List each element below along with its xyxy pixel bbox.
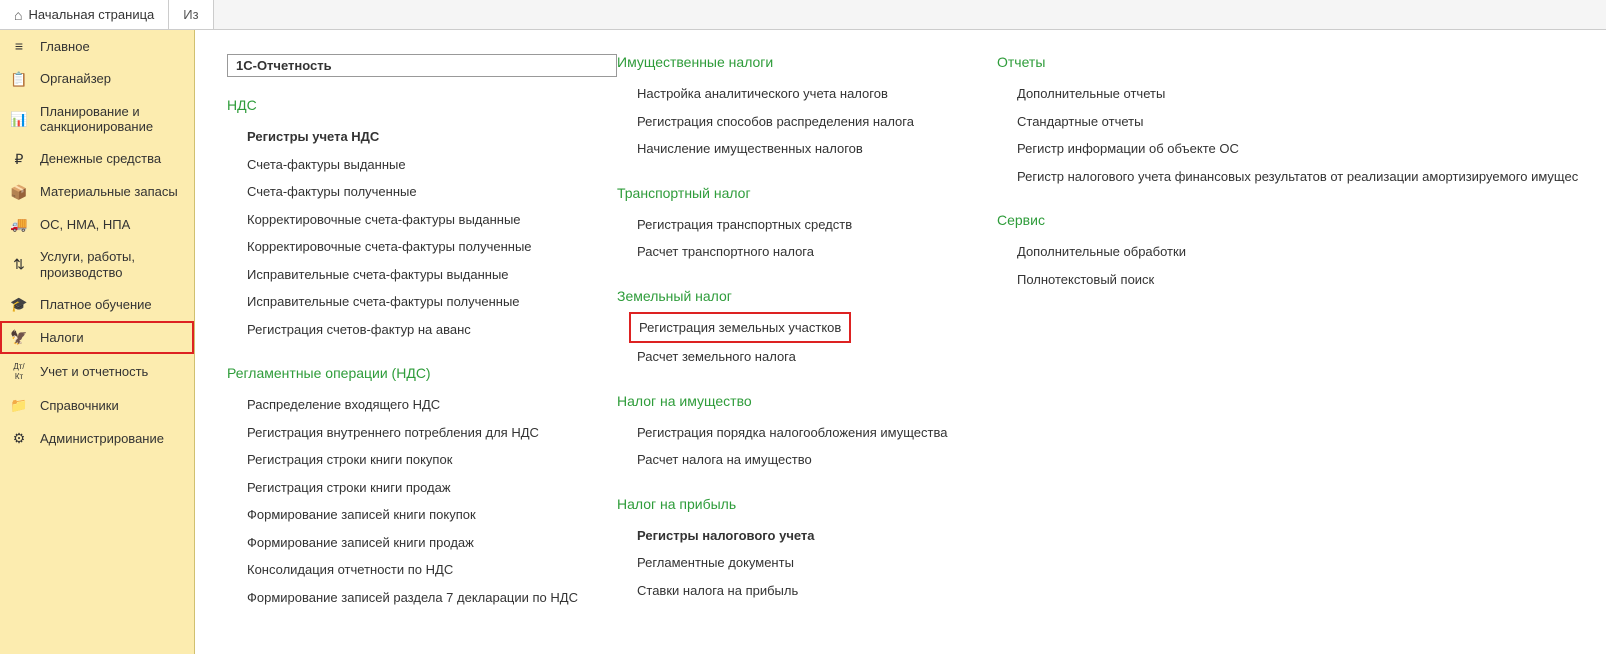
- tab-partial[interactable]: Из: [169, 0, 213, 29]
- sidebar-label: Учет и отчетность: [40, 364, 148, 380]
- sidebar-label: Администрирование: [40, 431, 164, 447]
- menu-link[interactable]: Регистры учета НДС: [227, 123, 617, 151]
- menu-link[interactable]: Регистрация счетов-фактур на аванс: [227, 316, 617, 344]
- group-header: Отчеты: [997, 54, 1596, 70]
- menu-link[interactable]: Исправительные счета-фактуры выданные: [227, 261, 617, 289]
- menu-link[interactable]: Регистрация строки книги покупок: [227, 446, 617, 474]
- sidebar-item-6[interactable]: ⇅ Услуги, работы, производство: [0, 241, 194, 288]
- sidebar-label: Налоги: [40, 330, 84, 346]
- sidebar-icon: ≡: [10, 38, 28, 55]
- sidebar-label: ОС, НМА, НПА: [40, 217, 130, 233]
- group-header: Транспортный налог: [617, 185, 997, 201]
- sidebar-icon: ⚙: [10, 430, 28, 447]
- menu-link[interactable]: Исправительные счета-фактуры полученные: [227, 288, 617, 316]
- group-header: Налог на прибыль: [617, 496, 997, 512]
- menu-link[interactable]: Формирование записей раздела 7 деклараци…: [227, 584, 617, 612]
- group-header: Земельный налог: [617, 288, 997, 304]
- menu-link[interactable]: Регистр информации об объекте ОС: [997, 135, 1596, 163]
- sidebar-icon: ⇅: [10, 256, 28, 273]
- sidebar-icon: 🦅: [10, 329, 28, 346]
- menu-link[interactable]: Дополнительные отчеты: [997, 80, 1596, 108]
- menu-link[interactable]: Регистрация земельных участков: [631, 314, 849, 342]
- sidebar-item-5[interactable]: 🚚 ОС, НМА, НПА: [0, 208, 194, 241]
- menu-link[interactable]: Настройка аналитического учета налогов: [617, 80, 997, 108]
- group-header: Сервис: [997, 212, 1596, 228]
- sidebar-item-4[interactable]: 📦 Материальные запасы: [0, 176, 194, 209]
- menu-link[interactable]: Распределение входящего НДС: [227, 391, 617, 419]
- sidebar-label: Платное обучение: [40, 297, 152, 313]
- sidebar-label: Услуги, работы, производство: [40, 249, 184, 280]
- sidebar-label: Главное: [40, 39, 90, 55]
- sidebar-label: Органайзер: [40, 71, 111, 87]
- sidebar-item-11[interactable]: ⚙ Администрирование: [0, 422, 194, 455]
- group-header: Имущественные налоги: [617, 54, 997, 70]
- sidebar-label: Материальные запасы: [40, 184, 178, 200]
- menu-link[interactable]: Расчет транспортного налога: [617, 238, 997, 266]
- sidebar-icon: 🎓: [10, 296, 28, 313]
- sidebar-icon: Дт/Кт: [10, 362, 28, 381]
- sidebar: ≡ Главное 📋 Органайзер 📊 Планирование и санкц…: [0, 30, 195, 654]
- menu-link[interactable]: Ставки налога на прибыль: [617, 577, 997, 605]
- menu-link[interactable]: Дополнительные обработки: [997, 238, 1596, 266]
- tab-bar: ⌂ Начальная страница Из: [0, 0, 1606, 30]
- menu-link[interactable]: Счета-фактуры выданные: [227, 151, 617, 179]
- menu-link[interactable]: Регистрация строки книги продаж: [227, 474, 617, 502]
- group-header: НДС: [227, 97, 617, 113]
- menu-link[interactable]: Регистры налогового учета: [617, 522, 997, 550]
- sidebar-item-0[interactable]: ≡ Главное: [0, 30, 194, 63]
- menu-link[interactable]: Расчет земельного налога: [617, 343, 997, 371]
- sidebar-item-3[interactable]: ₽ Денежные средства: [0, 143, 194, 176]
- home-icon: ⌂: [14, 7, 22, 23]
- sidebar-label: Планирование и санкционирование: [40, 104, 184, 135]
- sidebar-icon: 📊: [10, 111, 28, 128]
- sidebar-label: Справочники: [40, 398, 119, 414]
- tab-home[interactable]: ⌂ Начальная страница: [0, 0, 169, 29]
- menu-link[interactable]: Регистрация транспортных средств: [617, 211, 997, 239]
- menu-link[interactable]: Начисление имущественных налогов: [617, 135, 997, 163]
- group-header: Регламентные операции (НДС): [227, 365, 617, 381]
- sidebar-item-9[interactable]: Дт/Кт Учет и отчетность: [0, 354, 194, 389]
- sidebar-item-1[interactable]: 📋 Органайзер: [0, 63, 194, 96]
- sidebar-icon: 🚚: [10, 216, 28, 233]
- menu-link[interactable]: Регламентные документы: [617, 549, 997, 577]
- sidebar-icon: 📁: [10, 397, 28, 414]
- menu-link[interactable]: Формирование записей книги покупок: [227, 501, 617, 529]
- sidebar-item-2[interactable]: 📊 Планирование и санкционирование: [0, 96, 194, 143]
- reporting-box[interactable]: 1С-Отчетность: [227, 54, 617, 77]
- sidebar-item-7[interactable]: 🎓 Платное обучение: [0, 288, 194, 321]
- menu-link[interactable]: Счета-фактуры полученные: [227, 178, 617, 206]
- sidebar-label: Денежные средства: [40, 151, 161, 167]
- sidebar-item-8[interactable]: 🦅 Налоги: [0, 321, 194, 354]
- menu-link[interactable]: Регистрация внутреннего потребления для …: [227, 419, 617, 447]
- menu-link[interactable]: Регистр налогового учета финансовых резу…: [997, 163, 1596, 191]
- menu-link[interactable]: Расчет налога на имущество: [617, 446, 997, 474]
- menu-link[interactable]: Регистрация способов распределения налог…: [617, 108, 997, 136]
- menu-link[interactable]: Консолидация отчетности по НДС: [227, 556, 617, 584]
- sidebar-item-10[interactable]: 📁 Справочники: [0, 389, 194, 422]
- menu-link[interactable]: Регистрация порядка налогообложения имущ…: [617, 419, 997, 447]
- tab-partial-label: Из: [183, 7, 198, 22]
- menu-link[interactable]: Формирование записей книги продаж: [227, 529, 617, 557]
- sidebar-icon: 📋: [10, 71, 28, 88]
- group-header: Налог на имущество: [617, 393, 997, 409]
- menu-link[interactable]: Корректировочные счета-фактуры выданные: [227, 206, 617, 234]
- sidebar-icon: 📦: [10, 184, 28, 201]
- menu-link[interactable]: Корректировочные счета-фактуры полученны…: [227, 233, 617, 261]
- tab-home-label: Начальная страница: [28, 7, 154, 22]
- menu-link[interactable]: Полнотекстовый поиск: [997, 266, 1596, 294]
- sidebar-icon: ₽: [10, 151, 28, 168]
- menu-link[interactable]: Стандартные отчеты: [997, 108, 1596, 136]
- content-area: 1С-ОтчетностьНДСРегистры учета НДССчета-…: [195, 30, 1606, 654]
